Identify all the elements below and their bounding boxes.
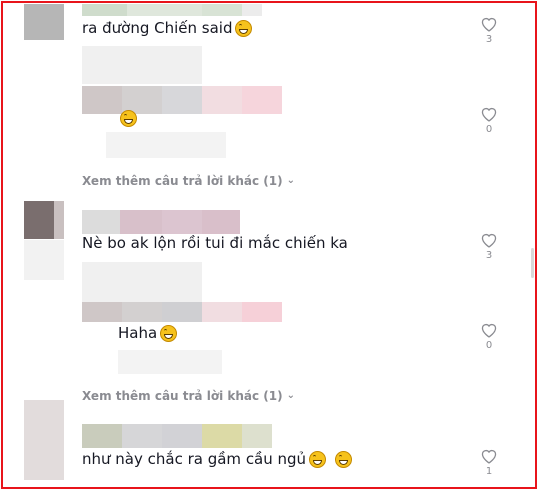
heart-outline-icon	[481, 323, 497, 338]
heart-outline-icon	[481, 17, 497, 32]
grinning-emoji-icon	[335, 450, 353, 468]
scrollbar[interactable]	[531, 248, 534, 278]
blurred-meta	[106, 132, 226, 158]
grinning-emoji-icon	[235, 19, 253, 37]
like-button[interactable]: 3	[474, 16, 504, 45]
blurred-avatar	[82, 46, 202, 84]
like-button[interactable]: 0	[474, 322, 504, 351]
chevron-down-icon: ⌄	[286, 389, 295, 401]
like-count: 0	[485, 340, 493, 351]
blurred-meta	[118, 350, 222, 374]
avatar[interactable]	[24, 4, 64, 40]
heart-outline-icon	[481, 107, 497, 122]
avatar[interactable]	[24, 400, 64, 480]
blurred-username	[82, 4, 262, 16]
blurred-avatar	[82, 262, 202, 302]
blurred-username	[82, 210, 240, 234]
like-count: 1	[485, 466, 493, 477]
blurred-username	[82, 86, 282, 114]
like-count: 3	[485, 34, 493, 45]
grinning-emoji-icon	[120, 110, 137, 127]
comment-text: Nè bo ak lộn rồi tui đi mắc chiến ka	[82, 234, 348, 252]
like-button[interactable]: 1	[474, 448, 504, 477]
grinning-emoji-icon	[309, 450, 327, 468]
like-count: 3	[485, 250, 493, 261]
heart-outline-icon	[481, 233, 497, 248]
like-button[interactable]: 0	[474, 106, 504, 135]
blurred-username	[82, 302, 282, 322]
heart-outline-icon	[481, 449, 497, 464]
comment-text: Haha	[118, 324, 178, 342]
avatar[interactable]	[24, 201, 64, 239]
blurred-avatar-lower	[24, 240, 64, 280]
grinning-emoji-icon	[160, 324, 178, 342]
view-more-replies[interactable]: Xem thêm câu trả lời khác (1) ⌄	[82, 389, 295, 403]
comment-text: như này chắc ra gầm cầu ngủ	[82, 450, 353, 468]
comment-text: ra đường Chiến said	[82, 19, 253, 37]
like-count: 0	[485, 124, 493, 135]
blurred-username	[82, 424, 272, 448]
chevron-down-icon: ⌄	[286, 174, 295, 186]
like-button[interactable]: 3	[474, 232, 504, 261]
view-more-replies[interactable]: Xem thêm câu trả lời khác (1) ⌄	[82, 174, 295, 188]
